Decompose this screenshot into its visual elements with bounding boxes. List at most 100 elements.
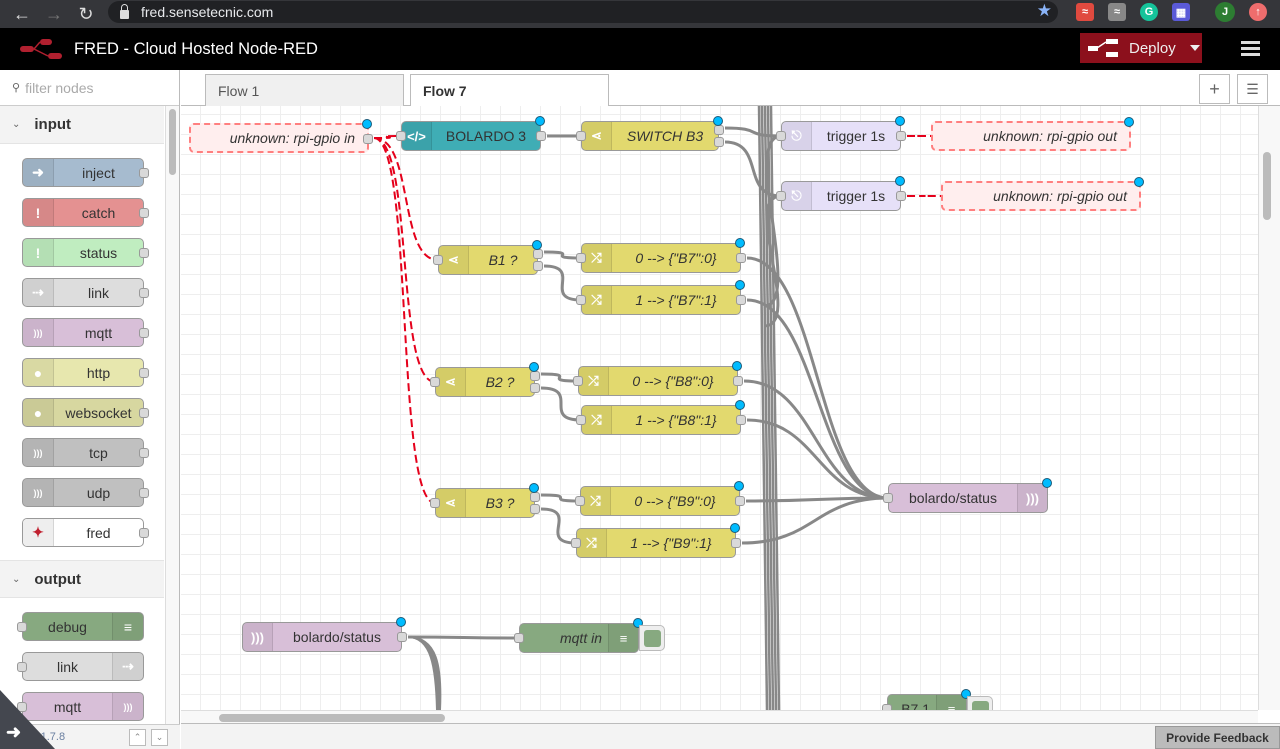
flow-node-mqtt-in[interactable]: ))) bolardo/status [242, 617, 407, 652]
address-bar[interactable]: fred.sensetecnic.com ★ [108, 1, 1058, 23]
wire[interactable] [373, 137, 436, 383]
wire[interactable] [373, 137, 439, 261]
flow-node-b8-0[interactable]: ⤮ 0 --> {"B8":0} [573, 361, 743, 396]
flow-node-switchb3[interactable]: ⋖ SWITCH B3 [576, 116, 724, 151]
input-port[interactable] [514, 633, 524, 643]
wire[interactable] [540, 386, 582, 422]
wire[interactable] [407, 635, 520, 640]
rss-feed-extension-icon[interactable]: ≈ [1108, 3, 1126, 21]
output-port[interactable] [533, 261, 543, 271]
input-port[interactable] [430, 377, 440, 387]
flow-node-mqtt-out[interactable]: bolardo/status))) [883, 478, 1052, 513]
update-extension-icon[interactable]: ↑ [1249, 3, 1267, 21]
flow-node-trig1[interactable]: ⎋ trigger 1s [776, 116, 906, 151]
list-flows-button[interactable]: ☰ [1237, 74, 1268, 104]
rss-extension-icon[interactable]: ≈ [1076, 3, 1094, 21]
input-port[interactable] [433, 255, 443, 265]
palette-node-http[interactable]: ● http [22, 358, 149, 387]
tab-flow-7[interactable]: Flow 7 [410, 74, 609, 107]
debug-toggle-button[interactable] [639, 625, 665, 651]
profile-avatar[interactable]: J [1215, 2, 1235, 22]
deploy-dropdown-caret-icon[interactable] [1189, 45, 1200, 51]
input-port[interactable] [776, 191, 786, 201]
tab-flow-1[interactable]: Flow 1 [205, 74, 404, 106]
output-port[interactable] [736, 295, 746, 305]
flow-node-b2[interactable]: ⋖ B2 ? [430, 362, 540, 397]
grammarly-extension-icon[interactable]: G [1140, 3, 1158, 21]
workspace-vertical-scrollbar[interactable] [1258, 106, 1280, 710]
debug-toggle-button[interactable] [967, 696, 993, 710]
flow-node-b1[interactable]: ⋖ B1 ? [433, 240, 543, 275]
flow-node-dbg-mqtt[interactable]: mqtt in ≡ [514, 618, 643, 653]
output-port[interactable] [714, 137, 724, 147]
output-port[interactable] [363, 134, 373, 144]
flow-node-dbg-b71[interactable]: B7 1 ≡ [882, 689, 971, 710]
input-port[interactable] [430, 498, 440, 508]
output-port[interactable] [735, 496, 745, 506]
palette-node-debug[interactable]: debug ≡ [17, 612, 144, 641]
output-port[interactable] [533, 249, 543, 259]
workspace-horizontal-scrollbar[interactable] [181, 710, 1258, 723]
output-port[interactable] [731, 538, 741, 548]
flow-node-b9-1[interactable]: ⤮ 1 --> {"B9":1} [571, 523, 741, 558]
palette-node-tcp[interactable]: ))) tcp [22, 438, 149, 467]
output-port[interactable] [736, 415, 746, 425]
input-port[interactable] [576, 295, 586, 305]
extension-icon[interactable]: ▦ [1172, 3, 1190, 21]
wire[interactable] [543, 264, 582, 302]
palette-scrollbar[interactable] [165, 106, 179, 724]
input-port[interactable] [575, 496, 585, 506]
palette-category-input[interactable]: ⌄ input [0, 106, 164, 144]
input-port[interactable] [776, 131, 786, 141]
input-port[interactable] [576, 253, 586, 263]
palette-node-mqtt[interactable]: ))) mqtt [22, 318, 149, 347]
output-port[interactable] [896, 191, 906, 201]
output-port[interactable] [536, 131, 546, 141]
flow-node-b9-0[interactable]: ⤮ 0 --> {"B9":0} [575, 481, 745, 516]
flow-node-b7-0[interactable]: ⤮ 0 --> {"B7":0} [576, 238, 746, 273]
output-port[interactable] [530, 383, 540, 393]
input-port[interactable] [576, 415, 586, 425]
wire[interactable] [407, 636, 438, 710]
flow-node-gpio-out1[interactable]: unknown: rpi-gpio out [931, 117, 1134, 151]
wire[interactable] [540, 507, 577, 545]
input-port[interactable] [883, 493, 893, 503]
input-port[interactable] [576, 131, 586, 141]
collapse-all-button[interactable]: ⌃ [129, 729, 146, 746]
back-button[interactable]: ← [6, 0, 38, 28]
palette-node-status[interactable]: ! status [22, 238, 149, 267]
flow-node-trig2[interactable]: ⎋ trigger 1s [776, 176, 906, 211]
filter-nodes-input[interactable]: ⚲ filter nodes [0, 70, 179, 106]
flow-node-b3[interactable]: ⋖ B3 ? [430, 483, 540, 518]
palette-node-websocket[interactable]: ● websocket [22, 398, 149, 427]
add-flow-button[interactable]: + [1199, 74, 1230, 104]
input-port[interactable] [396, 131, 406, 141]
deploy-button[interactable]: Deploy [1080, 33, 1202, 63]
palette-node-udp[interactable]: ))) udp [22, 478, 149, 507]
flow-node-gpio-in[interactable]: unknown: rpi-gpio in [189, 119, 373, 153]
flow-node-b8-1[interactable]: ⤮ 1 --> {"B8":1} [576, 400, 746, 435]
flow-node-bolardo3[interactable]: </> BOLARDO 3 [396, 116, 546, 151]
provide-feedback-button[interactable]: Provide Feedback [1155, 726, 1280, 749]
reload-button[interactable]: ↻ [70, 0, 102, 28]
output-port[interactable] [714, 125, 724, 135]
input-port[interactable] [573, 376, 583, 386]
flow-node-gpio-out2[interactable]: unknown: rpi-gpio out [941, 177, 1144, 211]
bookmark-star-icon[interactable]: ★ [1037, 1, 1058, 21]
output-port[interactable] [733, 376, 743, 386]
flow-workspace[interactable]: unknown: rpi-gpio in </> BOLARDO 3 ⋖ SWITCH … [181, 106, 1258, 710]
palette-node-inject[interactable]: ➜ inject [22, 158, 149, 187]
main-menu-icon[interactable] [1241, 41, 1260, 56]
output-port[interactable] [530, 492, 540, 502]
palette-node-link[interactable]: link ⇢ [17, 652, 144, 681]
output-port[interactable] [896, 131, 906, 141]
input-port[interactable] [571, 538, 581, 548]
output-port[interactable] [397, 632, 407, 642]
expand-all-button[interactable]: ⌄ [151, 729, 168, 746]
palette-node-fred[interactable]: ✦ fred [22, 518, 149, 547]
arrow-right-icon[interactable]: ➜ [6, 722, 21, 743]
output-port[interactable] [736, 253, 746, 263]
output-port[interactable] [530, 371, 540, 381]
flow-node-b7-1[interactable]: ⤮ 1 --> {"B7":1} [576, 280, 746, 315]
forward-button[interactable]: → [38, 0, 70, 28]
